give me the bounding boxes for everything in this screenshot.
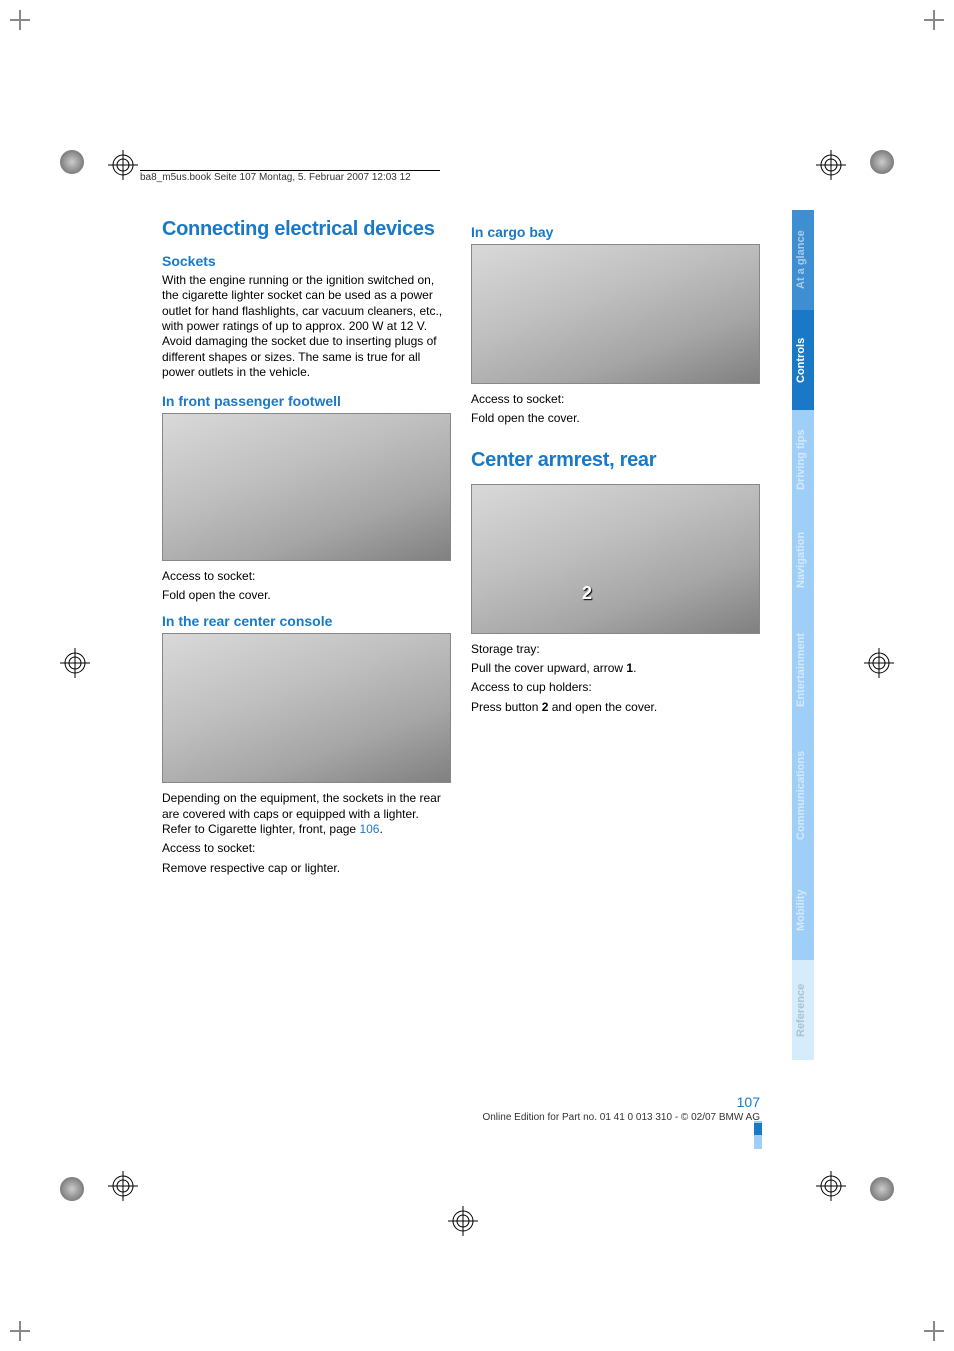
crop-mark (924, 10, 944, 30)
registration-mark (108, 1171, 138, 1201)
page-reference-link[interactable]: 106 (359, 822, 379, 836)
figure-cargo-bay (471, 244, 760, 384)
registration-dot (60, 1177, 84, 1201)
section-title: Center armrest, rear (471, 449, 760, 472)
figure-callout-number: 2 (582, 583, 592, 604)
page-number: 107 (162, 1094, 760, 1110)
figure-footwell (162, 413, 451, 561)
subsection-title: Sockets (162, 253, 451, 269)
body-text: Access to socket: (471, 392, 760, 407)
body-text: Remove respective cap or lighter. (162, 861, 451, 876)
crop-mark (10, 10, 30, 30)
footer-edition-line: Online Edition for Part no. 01 41 0 013 … (482, 1112, 760, 1123)
book-header-line: ba8_m5us.book Seite 107 Montag, 5. Febru… (140, 170, 440, 183)
side-tabs: At a glance Controls Driving tips Naviga… (792, 210, 814, 1060)
registration-mark (864, 648, 894, 678)
subsection-title: In cargo bay (471, 224, 760, 240)
body-text: Access to cup holders: (471, 680, 760, 695)
right-column: In cargo bay Access to socket: Fold open… (471, 218, 760, 880)
figure-center-armrest: 2 (471, 484, 760, 634)
tab-at-a-glance[interactable]: At a glance (792, 210, 814, 310)
registration-mark (816, 150, 846, 180)
tab-communications[interactable]: Communications (792, 730, 814, 860)
body-text: Fold open the cover. (471, 411, 760, 426)
tab-navigation[interactable]: Navigation (792, 510, 814, 610)
subsection-title: In the rear center console (162, 613, 451, 629)
crop-mark (924, 1321, 944, 1341)
tab-controls[interactable]: Controls (792, 310, 814, 410)
tab-driving-tips[interactable]: Driving tips (792, 410, 814, 510)
registration-mark (816, 1171, 846, 1201)
registration-mark (448, 1206, 478, 1236)
registration-dot (60, 150, 84, 174)
tab-reference[interactable]: Reference (792, 960, 814, 1060)
tab-entertainment[interactable]: Entertainment (792, 610, 814, 730)
footer-accent-bar (754, 1123, 762, 1135)
registration-dot (870, 150, 894, 174)
registration-mark (108, 150, 138, 180)
page-footer: 107 Online Edition for Part no. 01 41 0 … (162, 1094, 760, 1123)
body-text: Fold open the cover. (162, 588, 451, 603)
figure-rear-console (162, 633, 451, 783)
body-text: Press button 2 and open the cover. (471, 700, 760, 715)
registration-mark (60, 648, 90, 678)
registration-dot (870, 1177, 894, 1201)
left-column: Connecting electrical devices Sockets Wi… (162, 218, 451, 880)
body-text: Depending on the equipment, the sockets … (162, 791, 451, 837)
body-text: With the engine running or the ignition … (162, 273, 451, 381)
body-text: Access to socket: (162, 841, 451, 856)
tab-mobility[interactable]: Mobility (792, 860, 814, 960)
crop-mark (10, 1321, 30, 1341)
body-text: Storage tray: (471, 642, 760, 657)
subsection-title: In front passenger footwell (162, 393, 451, 409)
section-title: Connecting electrical devices (162, 218, 451, 241)
body-text: Pull the cover upward, arrow 1. (471, 661, 760, 676)
page-content: Connecting electrical devices Sockets Wi… (162, 218, 760, 880)
body-text: Access to socket: (162, 569, 451, 584)
